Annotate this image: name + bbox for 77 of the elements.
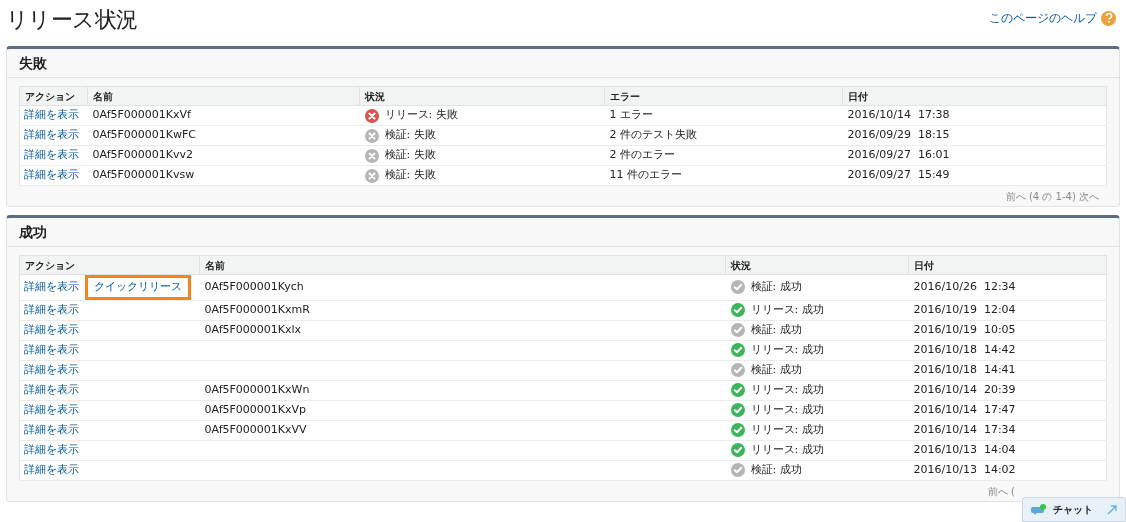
pagination-text: 前へ (4 の 1-4) 次へ [1005,190,1099,204]
status-text: リリース: 成功 [750,441,824,458]
help-icon[interactable] [1101,10,1116,26]
date-text: 2016/10/19 10:05 [913,322,1016,336]
column-header: エラー [604,86,843,106]
chat-label: チャット [1053,503,1093,517]
view-details-link[interactable]: 詳細を表示 [24,441,79,459]
column-header: 日付 [908,255,1107,275]
view-details-link[interactable]: 詳細を表示 [24,341,79,359]
name-text: 0Af5F000001KwFC [92,128,197,142]
date-text: 2016/10/13 14:02 [913,462,1016,476]
status-text: リリース: 成功 [750,401,824,418]
help-link[interactable]: このページのヘルプ [989,9,1097,27]
column-header: 名前 [87,86,360,106]
date-text: 2016/10/18 14:42 [913,342,1016,356]
view-details-link[interactable]: 詳細を表示 [24,279,79,296]
view-details-link[interactable]: 詳細を表示 [24,127,79,144]
status-text: 検証: 失敗 [384,147,436,164]
date-text: 2016/10/18 14:41 [913,362,1016,376]
section-title: 失敗 [19,53,47,73]
view-details-link[interactable]: 詳細を表示 [24,107,79,124]
pagination-text: 前へ ( [987,484,1015,499]
name-text: 0Af5F000001KxVp [204,402,307,416]
name-text: 0Af5F000001Kvsw [92,168,195,182]
error-text: 1 エラー [609,108,653,122]
view-details-link[interactable]: 詳細を表示 [24,421,79,439]
view-details-link[interactable]: 詳細を表示 [24,167,79,184]
date-text: 2016/10/14 17:47 [913,402,1016,416]
column-header: アクション [19,86,88,106]
quick-release-link[interactable]: クイックリリース [85,275,191,300]
status-text: 検証: 成功 [750,321,802,338]
view-details-link[interactable]: 詳細を表示 [24,301,79,319]
column-header: アクション [19,255,200,275]
chat-widget[interactable]: チャット [1022,497,1126,522]
date-text: 2016/10/26 12:34 [913,280,1016,293]
status-text: リリース: 失敗 [384,107,458,124]
date-text: 2016/10/14 17:34 [913,422,1016,436]
view-details-link[interactable]: 詳細を表示 [24,147,79,164]
view-details-link[interactable]: 詳細を表示 [24,381,79,399]
date-text: 2016/10/19 12:04 [913,302,1016,316]
arrow-icon [1107,504,1117,515]
status-text: リリース: 成功 [750,301,824,318]
page-title: リリース状況 [6,6,138,34]
status-text: 検証: 失敗 [384,167,436,184]
view-details-link[interactable]: 詳細を表示 [24,361,79,379]
name-text: 0Af5F000001Kvv2 [92,148,194,162]
date-text: 2016/10/14 17:38 [847,108,950,122]
column-header: 状況 [725,255,909,275]
name-text: 0Af5F000001Kych [204,280,304,293]
date-text: 2016/09/27 15:49 [847,168,950,182]
date-text: 2016/09/29 18:15 [847,128,950,142]
name-text: 0Af5F000001Kxlx [204,322,302,336]
error-text: 2 件のエラー [609,148,675,162]
status-text: 検証: 失敗 [384,127,436,144]
error-text: 11 件のエラー [609,168,682,182]
status-text: 検証: 成功 [750,461,802,478]
name-text: 0Af5F000001KxVV [204,422,307,436]
view-details-link[interactable]: 詳細を表示 [24,461,79,479]
date-text: 2016/09/27 16:01 [847,148,950,162]
column-header: 名前 [199,255,726,275]
status-text: リリース: 成功 [750,341,824,358]
column-header: 日付 [842,86,1107,106]
section-title: 成功 [19,222,47,242]
view-details-link[interactable]: 詳細を表示 [24,401,79,419]
name-text: 0Af5F000001KxmR [204,302,310,316]
name-text: 0Af5F000001KxWn [204,382,310,396]
date-text: 2016/10/14 20:39 [913,382,1016,396]
name-text: 0Af5F000001KxVf [92,108,191,122]
view-details-link[interactable]: 詳細を表示 [24,321,79,339]
chat-bubble-icon [1031,503,1047,516]
status-text: 検証: 成功 [750,279,802,295]
date-text: 2016/10/13 14:04 [913,442,1016,456]
status-text: リリース: 成功 [750,421,824,438]
status-text: 検証: 成功 [750,361,802,378]
status-text: リリース: 成功 [750,381,824,398]
column-header: 状況 [359,86,605,106]
error-text: 2 件のテスト失敗 [609,128,697,142]
